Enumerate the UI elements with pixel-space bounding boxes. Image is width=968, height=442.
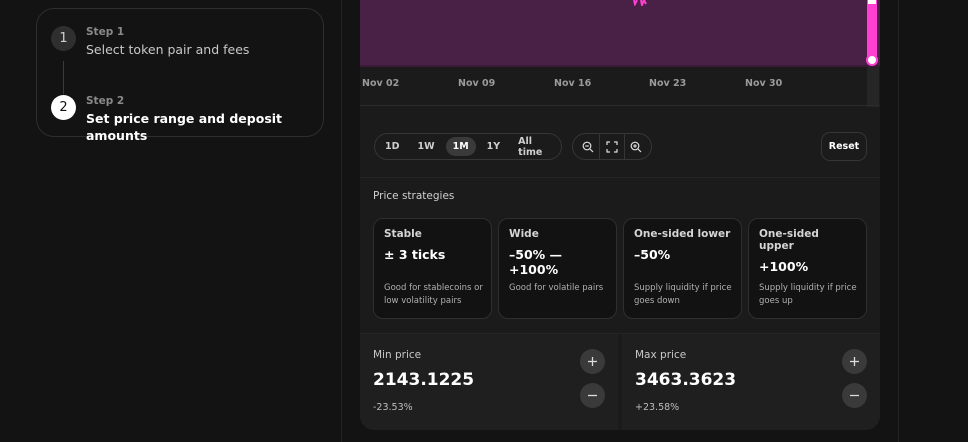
step-1-label: Step 1 xyxy=(86,26,125,38)
min-price-percent: -23.53% xyxy=(373,402,413,413)
strategy-card-one-sided-upper[interactable]: One-sided upper +100% Supply liquidity i… xyxy=(748,218,867,319)
strategy-desc: Good for stablecoins or low volatility p… xyxy=(384,283,483,306)
zoom-controls xyxy=(572,133,652,160)
range-handle-knob[interactable] xyxy=(866,54,878,66)
min-price-decrease-button[interactable] xyxy=(580,383,605,408)
strategy-desc: Good for volatile pairs xyxy=(509,283,604,293)
max-price-label: Max price xyxy=(635,349,687,361)
zoom-separator xyxy=(599,133,601,160)
strategy-desc: Supply liquidity if price goes up xyxy=(759,283,857,306)
zoom-separator xyxy=(623,133,625,160)
strategy-value: –50% — +100% xyxy=(509,247,563,277)
range-1w-button[interactable]: 1W xyxy=(411,137,442,156)
x-tick: Nov 23 xyxy=(649,78,687,89)
fullscreen-icon[interactable] xyxy=(602,137,622,157)
strategy-card-stable[interactable]: Stable ± 3 ticks Good for stablecoins or… xyxy=(373,218,492,319)
zoom-out-icon[interactable] xyxy=(578,137,598,157)
x-tick: Nov 16 xyxy=(554,78,592,89)
max-price-percent: +23.58% xyxy=(635,402,680,413)
strategy-card-one-sided-lower[interactable]: One-sided lower –50% Supply liquidity if… xyxy=(623,218,742,319)
x-tick: Nov 09 xyxy=(458,78,496,89)
strategy-title: Wide xyxy=(509,228,539,240)
min-price-increase-button[interactable] xyxy=(580,349,605,374)
zoom-in-icon[interactable] xyxy=(626,137,646,157)
range-handle-bar[interactable] xyxy=(867,0,877,59)
max-price-increase-button[interactable] xyxy=(842,349,867,374)
max-price-decrease-button[interactable] xyxy=(842,383,867,408)
price-line xyxy=(633,0,647,6)
max-price-box: Max price 3463.3623 +23.58% xyxy=(622,334,880,430)
plus-icon xyxy=(588,357,597,366)
left-divider xyxy=(341,0,342,442)
minus-icon xyxy=(588,394,597,397)
min-price-box: Min price 2143.1225 -23.53% xyxy=(360,334,618,430)
step-connector xyxy=(63,61,64,94)
strategy-card-wide[interactable]: Wide –50% — +100% Good for volatile pair… xyxy=(498,218,617,319)
x-tick: Nov 30 xyxy=(745,78,783,89)
min-price-label: Min price xyxy=(373,349,422,361)
step-2[interactable]: 2 Step 2 Set price range and deposit amo… xyxy=(51,95,323,144)
step-2-label: Step 2 xyxy=(86,95,125,107)
strategy-value: +100% xyxy=(759,259,809,274)
step-1[interactable]: 1 Step 1 Select token pair and fees xyxy=(51,26,249,58)
step-1-number: 1 xyxy=(51,26,76,51)
step-1-title: Select token pair and fees xyxy=(86,42,250,57)
step-2-number: 2 xyxy=(51,95,76,120)
section-separator xyxy=(360,177,880,178)
min-price-input[interactable]: 2143.1225 xyxy=(373,370,474,390)
reset-button[interactable]: Reset xyxy=(821,132,867,161)
minus-icon xyxy=(850,394,859,397)
time-range-selector: 1D 1W 1M 1Y All time xyxy=(374,133,562,160)
price-strategies-title: Price strategies xyxy=(373,190,455,202)
axis-separator xyxy=(360,105,880,106)
strategy-value: –50% xyxy=(634,247,671,262)
chart-baseline xyxy=(360,65,880,67)
strategy-title: One-sided lower xyxy=(634,228,731,240)
range-all-time-button[interactable]: All time xyxy=(511,136,554,158)
x-axis: Nov 02 Nov 09 Nov 16 Nov 23 Nov 30 xyxy=(360,78,860,98)
strategy-cards: Stable ± 3 ticks Good for stablecoins or… xyxy=(373,218,867,319)
chart-scroll-strip xyxy=(867,67,879,107)
strategy-desc: Supply liquidity if price goes down xyxy=(634,283,732,306)
max-price-input[interactable]: 3463.3623 xyxy=(635,370,736,390)
step-2-title: Set price range and deposit amounts xyxy=(86,111,283,143)
strategy-title: Stable xyxy=(384,228,422,240)
liquidity-chart-area[interactable] xyxy=(360,0,880,67)
plus-icon xyxy=(850,357,859,366)
right-divider xyxy=(898,0,899,442)
x-tick: Nov 02 xyxy=(362,78,400,89)
strategy-title: One-sided upper xyxy=(759,228,819,252)
range-handle-top xyxy=(868,0,876,4)
stepper-card: 1 Step 1 Select token pair and fees 2 St… xyxy=(36,8,324,143)
range-1m-button[interactable]: 1M xyxy=(445,137,476,156)
strategy-value: ± 3 ticks xyxy=(384,247,446,262)
range-1y-button[interactable]: 1Y xyxy=(480,137,508,156)
price-range-panel: Nov 02 Nov 09 Nov 16 Nov 23 Nov 30 1D 1W… xyxy=(360,0,880,430)
range-1d-button[interactable]: 1D xyxy=(378,137,407,156)
page: 1 Step 1 Select token pair and fees 2 St… xyxy=(0,0,968,442)
